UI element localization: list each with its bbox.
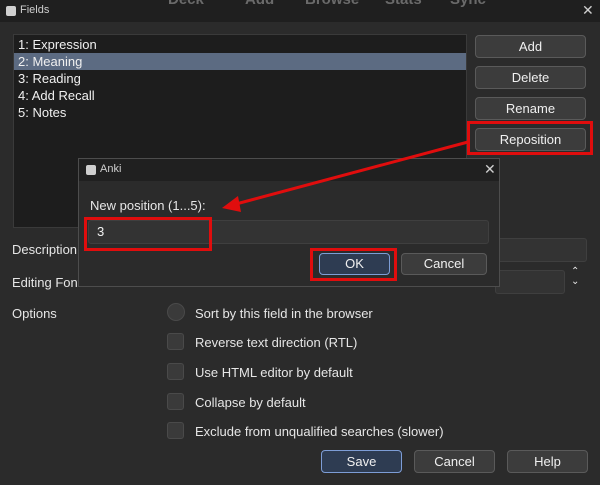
arrowhead-icon [222, 196, 241, 212]
arrow-annotation [222, 140, 469, 212]
arrow-line [235, 140, 469, 206]
